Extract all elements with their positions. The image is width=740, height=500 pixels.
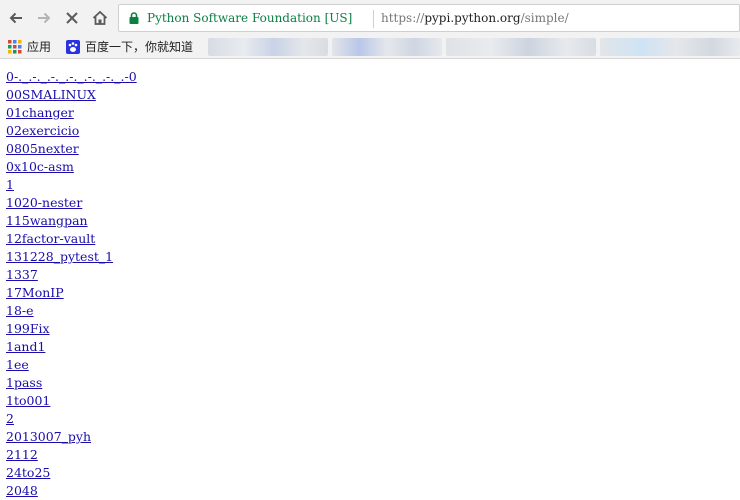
url-host: pypi.python.org: [424, 11, 521, 25]
forward-button[interactable]: [32, 6, 56, 30]
url-text: https://pypi.python.org/simple/: [381, 10, 569, 26]
package-link[interactable]: 0805nexter: [6, 140, 740, 158]
package-link[interactable]: 24to25: [6, 464, 740, 482]
blurred-bookmark: [600, 38, 740, 56]
blurred-bookmark: [332, 38, 442, 56]
blurred-bookmark: [446, 38, 596, 56]
back-arrow-icon: [9, 12, 22, 24]
package-link[interactable]: 17MonIP: [6, 284, 740, 302]
package-link[interactable]: 1ee: [6, 356, 740, 374]
home-icon: [92, 10, 108, 25]
package-link[interactable]: 1: [6, 176, 740, 194]
blurred-bookmark: [208, 38, 328, 56]
package-link[interactable]: 2112: [6, 446, 740, 464]
simple-index-list: 0-._.-._.-._.-._.-._.-._.-0 00SMALINUX 0…: [6, 68, 740, 500]
lock-icon: [129, 12, 139, 24]
package-link[interactable]: 1to001: [6, 392, 740, 410]
site-identity: Python Software Foundation [US]: [147, 11, 353, 25]
package-link[interactable]: 0x10c-asm: [6, 158, 740, 176]
package-link[interactable]: 115wangpan: [6, 212, 740, 230]
package-link[interactable]: 1020-nester: [6, 194, 740, 212]
package-link[interactable]: 0-._.-._.-._.-._.-._.-._.-0: [6, 68, 740, 86]
forward-arrow-icon: [38, 12, 51, 24]
home-button[interactable]: [88, 6, 112, 30]
stop-button[interactable]: [60, 6, 84, 30]
bookmark-apps-label: 应用: [27, 40, 52, 54]
url-path: /simple/: [520, 11, 569, 25]
toolbar-divider: [0, 58, 740, 59]
package-link[interactable]: 01changer: [6, 104, 740, 122]
package-link[interactable]: 1and1: [6, 338, 740, 356]
bookmark-baidu[interactable]: 百度一下，你就知道: [66, 39, 193, 55]
package-link[interactable]: 2: [6, 410, 740, 428]
address-bar[interactable]: Python Software Foundation [US] https://…: [118, 4, 740, 32]
url-separator: [373, 10, 374, 28]
package-link[interactable]: 2048: [6, 482, 740, 500]
package-link[interactable]: 199Fix: [6, 320, 740, 338]
back-button[interactable]: [4, 6, 28, 30]
package-link[interactable]: 18-e: [6, 302, 740, 320]
bookmark-apps[interactable]: 应用: [8, 39, 51, 55]
package-link[interactable]: 02exercicio: [6, 122, 740, 140]
bookmark-baidu-label: 百度一下，你就知道: [85, 40, 194, 54]
package-link[interactable]: 1337: [6, 266, 740, 284]
apps-grid-icon: [8, 40, 22, 54]
package-link[interactable]: 00SMALINUX: [6, 86, 740, 104]
package-link[interactable]: 2013007_pyh: [6, 428, 740, 446]
package-link[interactable]: 12factor-vault: [6, 230, 740, 248]
baidu-paw-icon: [66, 40, 80, 54]
bookmarks-bar: 应用 百度一下，你就知道: [0, 36, 740, 58]
package-link[interactable]: 131228_pytest_1: [6, 248, 740, 266]
url-scheme: https://: [381, 11, 425, 25]
stop-x-icon: [66, 12, 78, 24]
browser-toolbar: Python Software Foundation [US] https://…: [0, 0, 740, 36]
package-link[interactable]: 1pass: [6, 374, 740, 392]
